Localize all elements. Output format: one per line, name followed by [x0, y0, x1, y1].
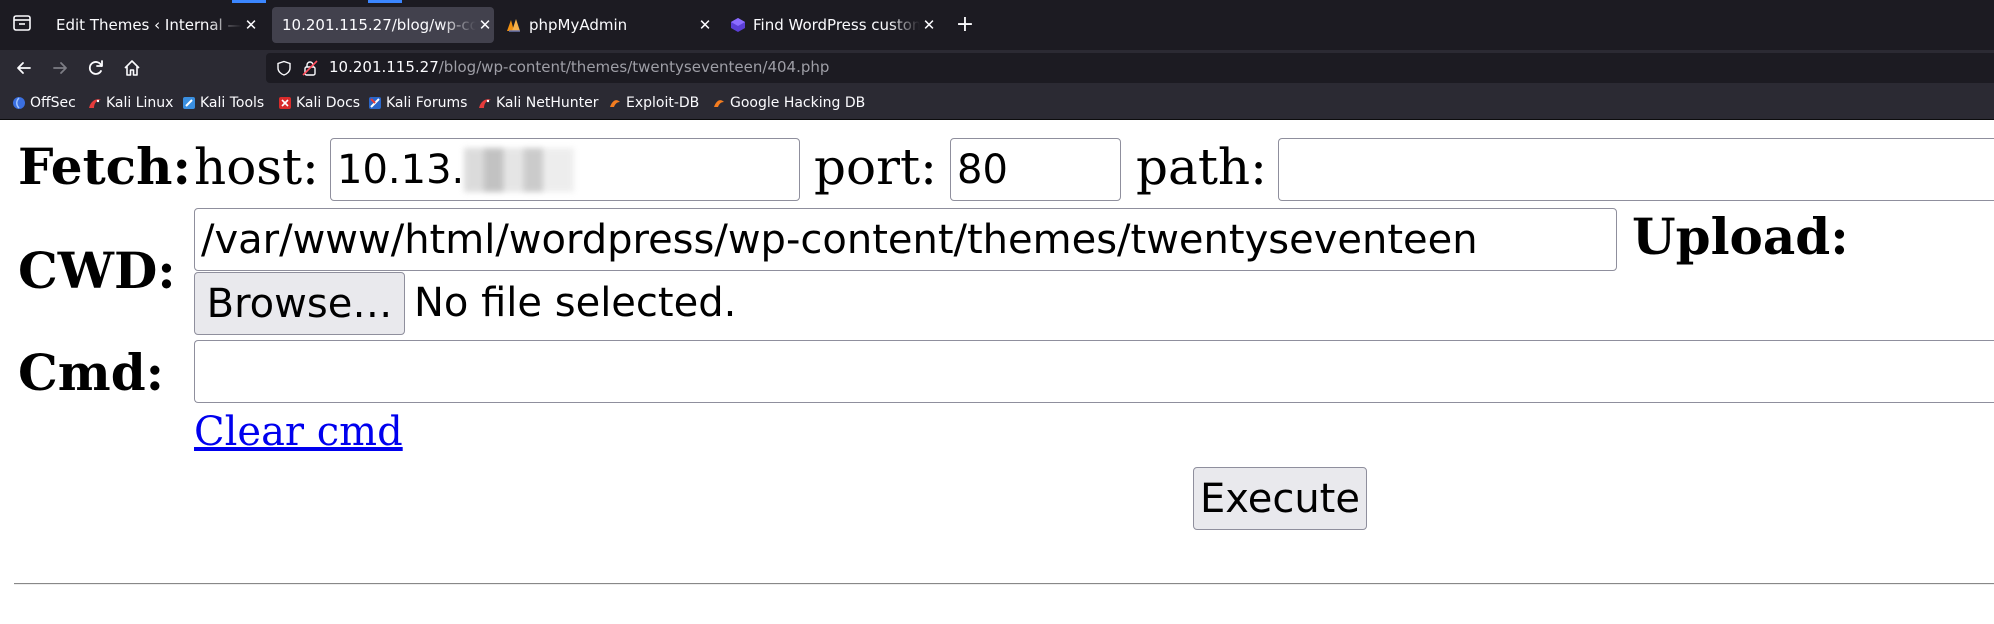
path-label: path:	[1136, 138, 1267, 196]
bookmarks-toolbar: OffSec Kali Linux Kali Tools Kali Docs K…	[0, 86, 1994, 120]
close-tab-icon[interactable]: ✕	[242, 16, 260, 34]
back-icon[interactable]	[14, 58, 34, 78]
tab-edit-themes[interactable]: Edit Themes ‹ Internal — WordPress ✕	[46, 7, 260, 43]
kali-tools-icon	[182, 96, 196, 110]
exploit-db-icon	[608, 96, 622, 110]
bookmark-label: Kali Linux	[106, 95, 174, 111]
address-bar[interactable]: 10.201.115.27/blog/wp-content/themes/twe…	[266, 53, 1994, 83]
bookmark-offsec[interactable]: OffSec	[12, 93, 76, 113]
file-status-text: No file selected.	[414, 280, 737, 326]
bookmark-exploit-db[interactable]: Exploit-DB	[608, 93, 699, 113]
port-label: port:	[814, 138, 937, 196]
bookmark-label: Google Hacking DB	[730, 95, 866, 111]
bookmark-label: Exploit-DB	[626, 95, 700, 111]
bookmark-kali-docs[interactable]: Kali Docs	[278, 93, 360, 113]
cmd-label: Cmd:	[18, 343, 165, 402]
horizontal-rule	[14, 583, 1994, 585]
tab-title: Edit Themes ‹ Internal — WordPress	[56, 16, 242, 34]
bookmark-kali-tools[interactable]: Kali Tools	[182, 93, 264, 113]
phpmyadmin-icon	[506, 17, 522, 33]
url-path: /blog/wp-content/themes/twentyseventeen/…	[438, 58, 830, 76]
tab-find-wordpress-customers[interactable]: Find WordPress customers ✕	[730, 7, 938, 43]
tab-title: Find WordPress customers	[753, 16, 920, 34]
cwd-value: /var/www/html/wordpress/wp-content/theme…	[201, 216, 1478, 263]
bookmark-label: Kali Docs	[296, 95, 361, 111]
reload-icon[interactable]	[86, 58, 106, 78]
tab-title: phpMyAdmin	[529, 16, 628, 34]
bookmark-label: Kali NetHunter	[496, 95, 599, 111]
path-input[interactable]	[1278, 138, 1994, 201]
tab-phpmyadmin[interactable]: phpMyAdmin ✕	[506, 7, 714, 43]
clear-cmd-link[interactable]: Clear cmd	[194, 412, 403, 452]
cmd-input[interactable]	[194, 340, 1994, 403]
kali-forums-icon	[368, 96, 382, 110]
home-icon[interactable]	[122, 58, 142, 78]
tab-strip: Edit Themes ‹ Internal — WordPress ✕ 10.…	[0, 0, 1994, 50]
cwd-label: CWD:	[18, 241, 176, 300]
browse-button[interactable]: Browse…	[194, 272, 405, 335]
url-text: 10.201.115.27/blog/wp-content/themes/twe…	[329, 58, 829, 76]
bookmark-label: Kali Forums	[386, 95, 468, 111]
execute-button[interactable]: Execute	[1193, 467, 1367, 530]
offsec-icon	[12, 96, 26, 110]
cwd-input[interactable]: /var/www/html/wordpress/wp-content/theme…	[194, 208, 1617, 271]
kali-docs-icon	[278, 96, 292, 110]
ghdb-icon	[712, 96, 726, 110]
host-label: host:	[194, 138, 319, 196]
bookmark-kali-linux[interactable]: Kali Linux	[88, 93, 173, 113]
forward-icon[interactable]	[50, 58, 70, 78]
kali-dragon-icon	[478, 96, 492, 110]
redacted-ip-blur	[464, 147, 575, 192]
navigation-toolbar: 10.201.115.27/blog/wp-content/themes/twe…	[0, 50, 1994, 86]
url-host: 10.201.115.27	[329, 58, 439, 76]
close-tab-icon[interactable]: ✕	[920, 16, 938, 34]
close-tab-icon[interactable]: ✕	[476, 16, 494, 34]
bookmark-label: OffSec	[30, 95, 76, 111]
port-value: 80	[957, 146, 1008, 193]
tracking-protection-icon[interactable]	[276, 60, 292, 76]
bookmark-google-hacking-db[interactable]: Google Hacking DB	[712, 93, 865, 113]
list-all-tabs-icon[interactable]	[12, 14, 32, 32]
purple-cube-icon	[730, 17, 746, 33]
close-tab-icon[interactable]: ✕	[696, 16, 714, 34]
insecure-lock-icon[interactable]	[302, 60, 318, 76]
host-value: 10.13.	[337, 146, 465, 193]
host-input[interactable]: 10.13.	[330, 138, 800, 201]
kali-dragon-icon	[88, 96, 102, 110]
page-content: Fetch: host: 10.13. port: 80 path: CWD: …	[0, 120, 1994, 624]
bookmark-kali-nethunter[interactable]: Kali NetHunter	[478, 93, 598, 113]
bookmark-kali-forums[interactable]: Kali Forums	[368, 93, 467, 113]
upload-label: Upload:	[1632, 207, 1849, 266]
tab-title: 10.201.115.27/blog/wp-content/themes/twe…	[282, 16, 476, 34]
bookmark-label: Kali Tools	[200, 95, 265, 111]
tab-404-php[interactable]: 10.201.115.27/blog/wp-content/themes/twe…	[272, 7, 494, 43]
new-tab-icon[interactable]: +	[952, 12, 978, 38]
port-input[interactable]: 80	[950, 138, 1121, 201]
fetch-label: Fetch:	[18, 137, 191, 196]
